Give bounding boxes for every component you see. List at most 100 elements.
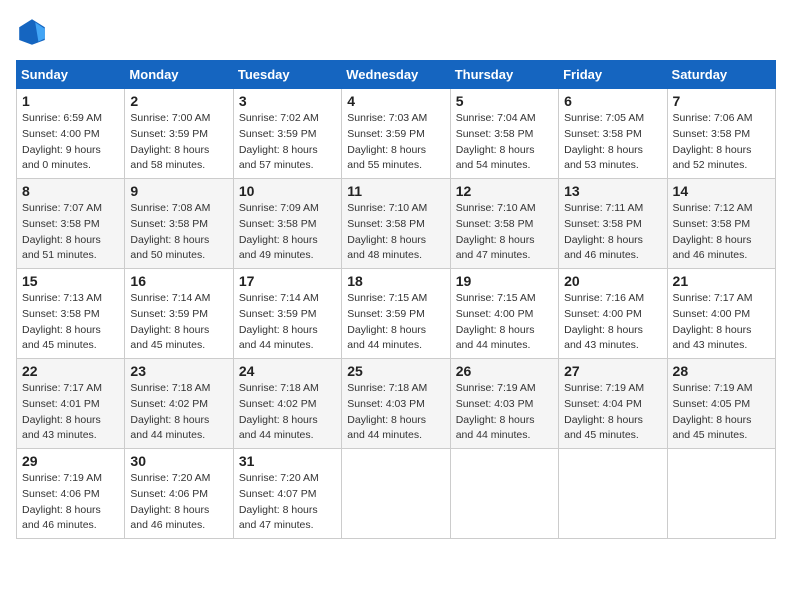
- day-number: 1: [22, 93, 119, 109]
- calendar-cell: 11 Sunrise: 7:10 AM Sunset: 3:58 PM Dayl…: [342, 179, 450, 269]
- calendar-cell: 29 Sunrise: 7:19 AM Sunset: 4:06 PM Dayl…: [17, 449, 125, 539]
- day-number: 28: [673, 363, 770, 379]
- calendar-cell: [342, 449, 450, 539]
- calendar-week-row: 22 Sunrise: 7:17 AM Sunset: 4:01 PM Dayl…: [17, 359, 776, 449]
- day-number: 5: [456, 93, 553, 109]
- weekday-header-thursday: Thursday: [450, 61, 558, 89]
- calendar-cell: 30 Sunrise: 7:20 AM Sunset: 4:06 PM Dayl…: [125, 449, 233, 539]
- day-number: 15: [22, 273, 119, 289]
- day-info: Sunrise: 7:20 AM Sunset: 4:06 PM Dayligh…: [130, 471, 227, 534]
- day-number: 23: [130, 363, 227, 379]
- day-number: 10: [239, 183, 336, 199]
- calendar-cell: [559, 449, 667, 539]
- day-info: Sunrise: 7:11 AM Sunset: 3:58 PM Dayligh…: [564, 201, 661, 264]
- calendar-cell: 31 Sunrise: 7:20 AM Sunset: 4:07 PM Dayl…: [233, 449, 341, 539]
- day-number: 24: [239, 363, 336, 379]
- weekday-header-sunday: Sunday: [17, 61, 125, 89]
- calendar-cell: [667, 449, 775, 539]
- day-number: 16: [130, 273, 227, 289]
- day-info: Sunrise: 7:17 AM Sunset: 4:00 PM Dayligh…: [673, 291, 770, 354]
- calendar-cell: 16 Sunrise: 7:14 AM Sunset: 3:59 PM Dayl…: [125, 269, 233, 359]
- day-info: Sunrise: 7:02 AM Sunset: 3:59 PM Dayligh…: [239, 111, 336, 174]
- day-number: 26: [456, 363, 553, 379]
- day-number: 14: [673, 183, 770, 199]
- day-number: 30: [130, 453, 227, 469]
- calendar-cell: 17 Sunrise: 7:14 AM Sunset: 3:59 PM Dayl…: [233, 269, 341, 359]
- calendar-week-row: 15 Sunrise: 7:13 AM Sunset: 3:58 PM Dayl…: [17, 269, 776, 359]
- calendar-cell: 9 Sunrise: 7:08 AM Sunset: 3:58 PM Dayli…: [125, 179, 233, 269]
- day-info: Sunrise: 7:19 AM Sunset: 4:06 PM Dayligh…: [22, 471, 119, 534]
- day-number: 4: [347, 93, 444, 109]
- calendar-cell: 5 Sunrise: 7:04 AM Sunset: 3:58 PM Dayli…: [450, 89, 558, 179]
- day-number: 22: [22, 363, 119, 379]
- weekday-header-saturday: Saturday: [667, 61, 775, 89]
- calendar-cell: 24 Sunrise: 7:18 AM Sunset: 4:02 PM Dayl…: [233, 359, 341, 449]
- day-number: 17: [239, 273, 336, 289]
- calendar-header-row: SundayMondayTuesdayWednesdayThursdayFrid…: [17, 61, 776, 89]
- calendar-cell: 14 Sunrise: 7:12 AM Sunset: 3:58 PM Dayl…: [667, 179, 775, 269]
- day-number: 11: [347, 183, 444, 199]
- day-number: 2: [130, 93, 227, 109]
- day-number: 20: [564, 273, 661, 289]
- calendar-cell: 13 Sunrise: 7:11 AM Sunset: 3:58 PM Dayl…: [559, 179, 667, 269]
- day-number: 18: [347, 273, 444, 289]
- day-number: 19: [456, 273, 553, 289]
- calendar-cell: 10 Sunrise: 7:09 AM Sunset: 3:58 PM Dayl…: [233, 179, 341, 269]
- day-info: Sunrise: 7:14 AM Sunset: 3:59 PM Dayligh…: [130, 291, 227, 354]
- day-number: 9: [130, 183, 227, 199]
- day-info: Sunrise: 7:19 AM Sunset: 4:04 PM Dayligh…: [564, 381, 661, 444]
- calendar-cell: 25 Sunrise: 7:18 AM Sunset: 4:03 PM Dayl…: [342, 359, 450, 449]
- calendar-cell: 2 Sunrise: 7:00 AM Sunset: 3:59 PM Dayli…: [125, 89, 233, 179]
- day-number: 7: [673, 93, 770, 109]
- day-number: 29: [22, 453, 119, 469]
- day-info: Sunrise: 7:10 AM Sunset: 3:58 PM Dayligh…: [347, 201, 444, 264]
- calendar-cell: 18 Sunrise: 7:15 AM Sunset: 3:59 PM Dayl…: [342, 269, 450, 359]
- day-info: Sunrise: 7:18 AM Sunset: 4:03 PM Dayligh…: [347, 381, 444, 444]
- day-info: Sunrise: 7:18 AM Sunset: 4:02 PM Dayligh…: [130, 381, 227, 444]
- calendar-cell: 7 Sunrise: 7:06 AM Sunset: 3:58 PM Dayli…: [667, 89, 775, 179]
- day-info: Sunrise: 6:59 AM Sunset: 4:00 PM Dayligh…: [22, 111, 119, 174]
- page-header: [16, 16, 776, 48]
- day-info: Sunrise: 7:03 AM Sunset: 3:59 PM Dayligh…: [347, 111, 444, 174]
- day-info: Sunrise: 7:07 AM Sunset: 3:58 PM Dayligh…: [22, 201, 119, 264]
- weekday-header-monday: Monday: [125, 61, 233, 89]
- day-number: 21: [673, 273, 770, 289]
- calendar-cell: 22 Sunrise: 7:17 AM Sunset: 4:01 PM Dayl…: [17, 359, 125, 449]
- calendar-cell: 12 Sunrise: 7:10 AM Sunset: 3:58 PM Dayl…: [450, 179, 558, 269]
- day-info: Sunrise: 7:13 AM Sunset: 3:58 PM Dayligh…: [22, 291, 119, 354]
- day-info: Sunrise: 7:17 AM Sunset: 4:01 PM Dayligh…: [22, 381, 119, 444]
- weekday-header-tuesday: Tuesday: [233, 61, 341, 89]
- day-info: Sunrise: 7:15 AM Sunset: 3:59 PM Dayligh…: [347, 291, 444, 354]
- day-info: Sunrise: 7:08 AM Sunset: 3:58 PM Dayligh…: [130, 201, 227, 264]
- day-number: 12: [456, 183, 553, 199]
- day-info: Sunrise: 7:14 AM Sunset: 3:59 PM Dayligh…: [239, 291, 336, 354]
- day-number: 25: [347, 363, 444, 379]
- day-info: Sunrise: 7:10 AM Sunset: 3:58 PM Dayligh…: [456, 201, 553, 264]
- calendar-cell: 27 Sunrise: 7:19 AM Sunset: 4:04 PM Dayl…: [559, 359, 667, 449]
- day-info: Sunrise: 7:15 AM Sunset: 4:00 PM Dayligh…: [456, 291, 553, 354]
- calendar-cell: 6 Sunrise: 7:05 AM Sunset: 3:58 PM Dayli…: [559, 89, 667, 179]
- day-info: Sunrise: 7:19 AM Sunset: 4:03 PM Dayligh…: [456, 381, 553, 444]
- calendar-cell: 23 Sunrise: 7:18 AM Sunset: 4:02 PM Dayl…: [125, 359, 233, 449]
- calendar-cell: 3 Sunrise: 7:02 AM Sunset: 3:59 PM Dayli…: [233, 89, 341, 179]
- day-info: Sunrise: 7:09 AM Sunset: 3:58 PM Dayligh…: [239, 201, 336, 264]
- day-info: Sunrise: 7:00 AM Sunset: 3:59 PM Dayligh…: [130, 111, 227, 174]
- day-number: 3: [239, 93, 336, 109]
- calendar-week-row: 29 Sunrise: 7:19 AM Sunset: 4:06 PM Dayl…: [17, 449, 776, 539]
- weekday-header-wednesday: Wednesday: [342, 61, 450, 89]
- day-info: Sunrise: 7:12 AM Sunset: 3:58 PM Dayligh…: [673, 201, 770, 264]
- calendar-cell: 4 Sunrise: 7:03 AM Sunset: 3:59 PM Dayli…: [342, 89, 450, 179]
- day-info: Sunrise: 7:19 AM Sunset: 4:05 PM Dayligh…: [673, 381, 770, 444]
- calendar-cell: 8 Sunrise: 7:07 AM Sunset: 3:58 PM Dayli…: [17, 179, 125, 269]
- day-number: 31: [239, 453, 336, 469]
- calendar-cell: 15 Sunrise: 7:13 AM Sunset: 3:58 PM Dayl…: [17, 269, 125, 359]
- calendar-cell: 19 Sunrise: 7:15 AM Sunset: 4:00 PM Dayl…: [450, 269, 558, 359]
- day-info: Sunrise: 7:18 AM Sunset: 4:02 PM Dayligh…: [239, 381, 336, 444]
- day-info: Sunrise: 7:06 AM Sunset: 3:58 PM Dayligh…: [673, 111, 770, 174]
- calendar-week-row: 1 Sunrise: 6:59 AM Sunset: 4:00 PM Dayli…: [17, 89, 776, 179]
- day-number: 27: [564, 363, 661, 379]
- logo-icon: [16, 16, 48, 48]
- day-number: 6: [564, 93, 661, 109]
- calendar-cell: 28 Sunrise: 7:19 AM Sunset: 4:05 PM Dayl…: [667, 359, 775, 449]
- calendar-cell: 26 Sunrise: 7:19 AM Sunset: 4:03 PM Dayl…: [450, 359, 558, 449]
